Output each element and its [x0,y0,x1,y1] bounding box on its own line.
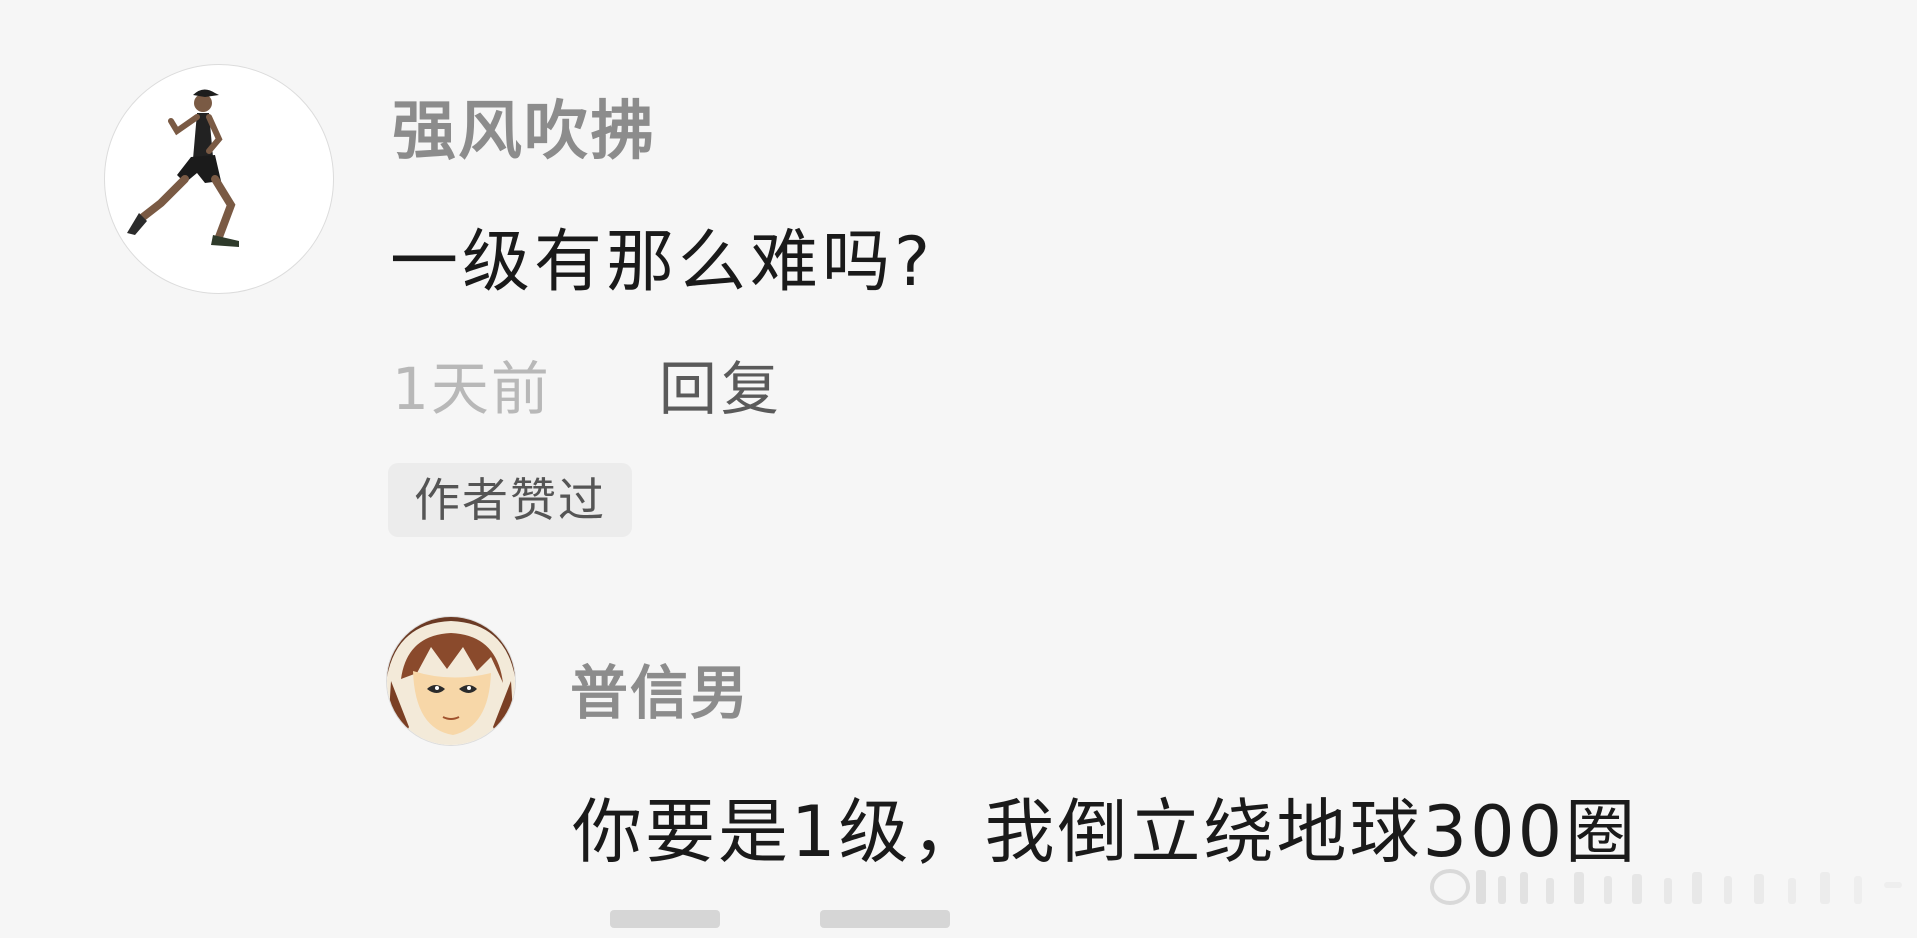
author-liked-badge: 作者赞过 [388,463,632,537]
watermark-icon [1430,869,1902,905]
comment-time: 1天前 [392,355,551,423]
comment-username[interactable]: 强风吹拂 [392,80,656,172]
reply-button[interactable]: 回复 [659,342,783,426]
reply-meta-cutoff [590,898,1010,938]
reply-user-avatar[interactable] [386,616,516,746]
comment-meta: 1天前 回复 [392,342,783,426]
watermark-logo [1428,862,1906,912]
runner-icon [127,89,239,247]
user-avatar[interactable] [104,64,334,294]
reply-username[interactable]: 普信男 [570,646,750,730]
anime-face-icon [387,617,515,745]
comment-text: 一级有那么难吗? [390,223,935,302]
